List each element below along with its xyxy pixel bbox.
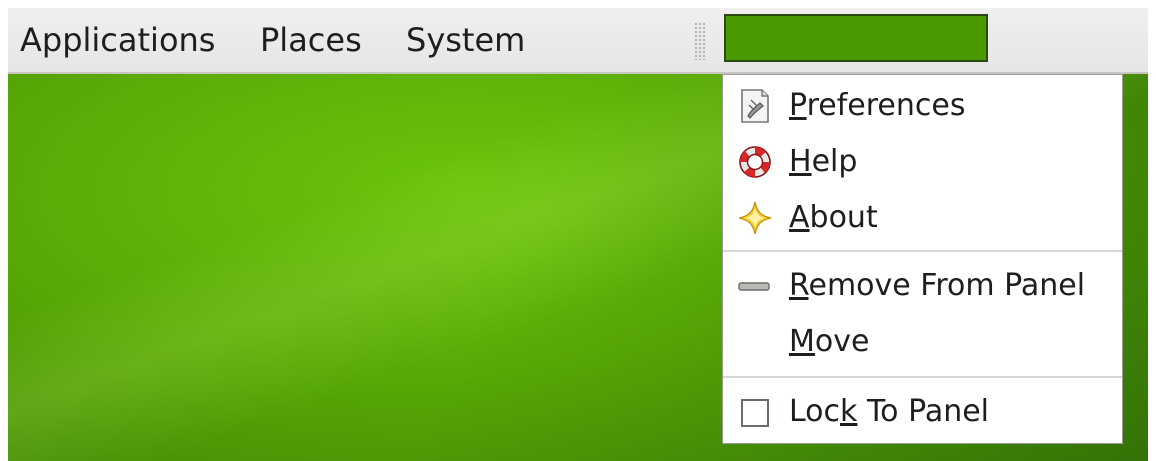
lock-checkbox[interactable]	[741, 399, 769, 427]
mnemonic: A	[789, 200, 810, 235]
panel-applet[interactable]	[724, 14, 988, 62]
screen: Applications Places System Preferences H…	[8, 8, 1148, 461]
menu-separator	[723, 376, 1122, 378]
label-rest: To Panel	[857, 394, 990, 429]
mnemonic: k	[840, 394, 858, 429]
menu-item-label: Remove From Panel	[789, 266, 1085, 306]
mnemonic: R	[789, 268, 809, 303]
menu-item-label: Preferences	[789, 86, 965, 126]
label-rest: bout	[809, 200, 878, 235]
mnemonic: H	[789, 144, 812, 179]
places-menu[interactable]: Places	[260, 18, 362, 62]
menu-item-about[interactable]: About	[723, 191, 1122, 245]
label-rest: emove From Panel	[808, 268, 1086, 303]
preferences-icon	[741, 89, 769, 123]
remove-icon	[738, 282, 770, 291]
menu-item-label: Move	[789, 322, 869, 362]
about-star-icon	[738, 201, 772, 235]
top-panel: Applications Places System	[8, 8, 1148, 74]
help-lifebuoy-icon	[739, 146, 771, 178]
menu-item-label: Help	[789, 142, 857, 182]
applications-menu[interactable]: Applications	[20, 18, 215, 62]
menu-item-lock-to-panel[interactable]: Lock To Panel	[723, 385, 1122, 439]
menu-item-remove-from-panel[interactable]: Remove From Panel	[723, 259, 1122, 313]
label-rest: elp	[811, 144, 858, 179]
label-prefix: Loc	[789, 394, 841, 429]
mnemonic: M	[789, 324, 815, 359]
applet-context-menu: Preferences Help About Remove From Panel…	[722, 74, 1123, 444]
menu-item-help[interactable]: Help	[723, 135, 1122, 189]
menu-item-label: About	[789, 198, 878, 238]
mnemonic: P	[789, 88, 807, 123]
label-rest: references	[806, 88, 966, 123]
menu-item-preferences[interactable]: Preferences	[723, 79, 1122, 133]
panel-drag-handle[interactable]	[694, 22, 706, 60]
menu-item-move[interactable]: Move	[723, 315, 1122, 369]
menu-item-label: Lock To Panel	[789, 392, 989, 432]
system-menu[interactable]: System	[406, 18, 525, 62]
menu-separator	[723, 250, 1122, 252]
label-rest: ove	[814, 324, 870, 359]
